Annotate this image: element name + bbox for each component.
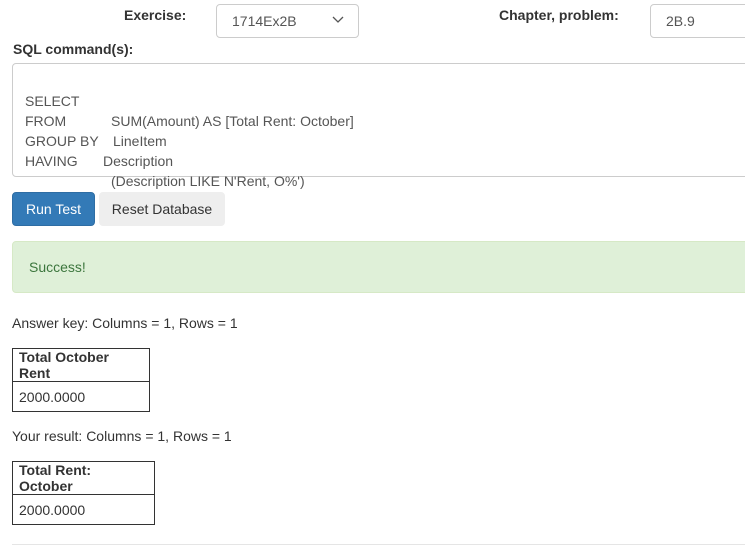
chapter-problem-value: 2B.9 [666,13,695,29]
sql-argument: Description [103,153,174,169]
exercise-select[interactable]: 1714Ex2B [216,4,359,38]
sql-textarea[interactable]: SELECT SUM(Amount) AS [Total Rent: Octob… [12,63,745,189]
table-cell: 2000.0000 [12,494,155,525]
exercise-select-value: 1714Ex2B [232,13,297,29]
chapter-label: Chapter, problem: [499,7,619,23]
success-alert: Success! [12,241,745,293]
chevron-down-icon [332,16,344,23]
your-result-summary: Your result: Columns = 1, Rows = 1 [12,428,232,444]
table-row: 2000.0000 [12,494,155,525]
reset-database-button[interactable]: Reset Database [99,192,225,226]
table-cell: 2000.0000 [12,381,150,412]
table-header-row: Total October Rent [12,348,150,382]
sql-label: SQL command(s): [13,41,134,57]
answer-key-table: Total October Rent 2000.0000 [12,348,150,412]
chapter-problem-input[interactable]: 2B.9 [650,4,745,38]
sql-line: SELECT SUM(Amount) AS [Total Rent: Octob… [25,71,745,129]
sql-line: FROM LineItem [25,91,745,149]
sql-line: GROUP BY Description [25,111,745,169]
success-alert-text: Success! [29,259,86,275]
table-header-cell: Total October Rent [12,348,150,382]
sql-argument: (Description LIKE N'Rent, O%') [111,173,305,189]
divider [12,544,745,545]
table-header-cell: Total Rent: October [12,461,155,495]
table-row: 2000.0000 [12,381,150,412]
answer-key-summary: Answer key: Columns = 1, Rows = 1 [12,315,238,331]
run-test-button[interactable]: Run Test [12,192,95,226]
sql-keyword: HAVING [25,153,78,169]
exercise-label: Exercise: [124,7,187,23]
table-header-row: Total Rent: October [12,461,155,495]
your-result-table: Total Rent: October 2000.0000 [12,461,155,525]
sql-line: HAVING (Description LIKE N'Rent, O%') [25,131,745,189]
